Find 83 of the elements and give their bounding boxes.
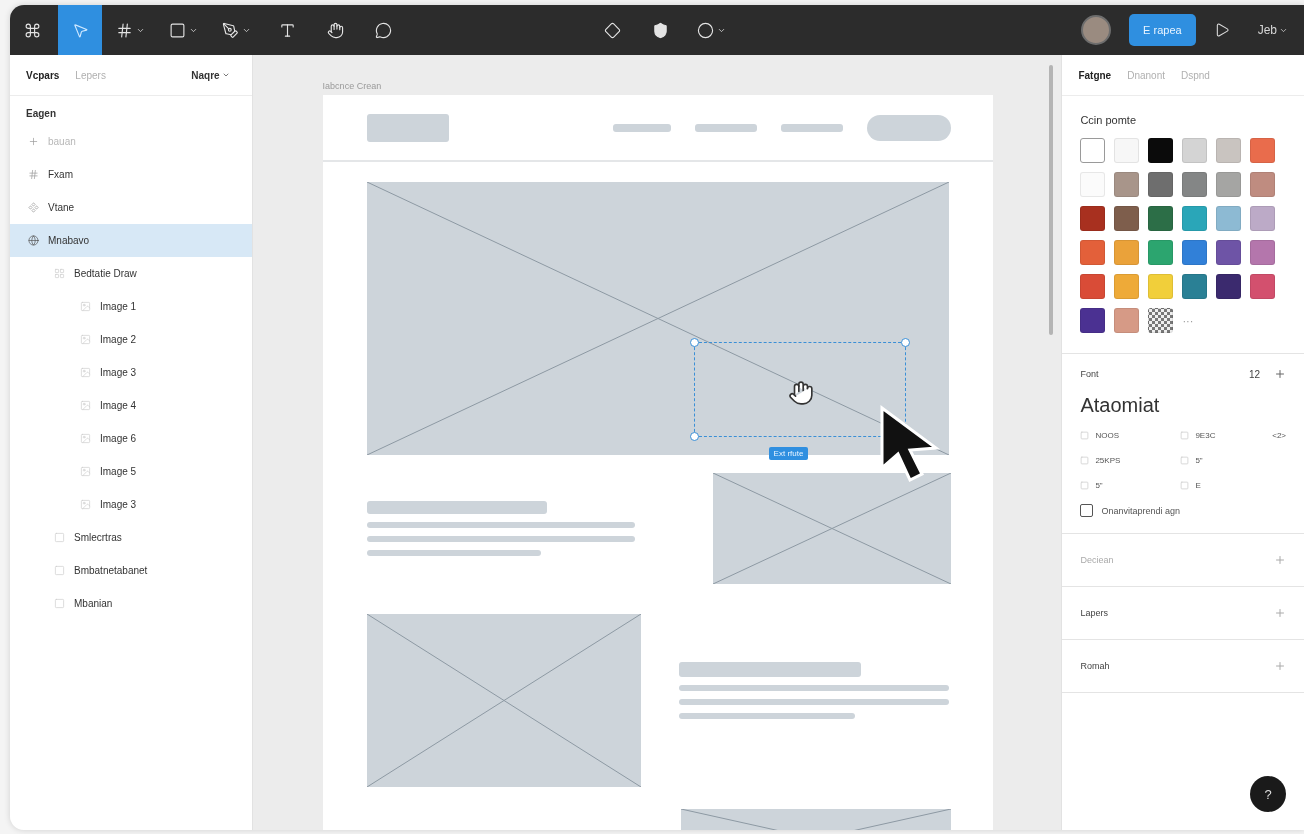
image-icon [80,499,91,510]
square-icon [169,21,186,39]
property-value[interactable]: E [1195,481,1201,490]
hand-icon [326,21,344,39]
image-icon [80,367,91,378]
image-icon [80,400,91,411]
font-name[interactable]: Ataomiat [1080,394,1286,417]
square-icon [54,598,65,609]
comment-icon [374,21,392,39]
font-size[interactable]: 12 [1248,368,1260,380]
frame-icon [116,21,133,39]
image-icon [80,466,91,477]
property-value[interactable]: 5" [1095,481,1103,490]
checkbox-label: Onanvitaprendi agn [1101,505,1180,516]
layer-item[interactable]: Mbanian [10,587,252,620]
image-icon [80,301,91,312]
diamond-icon [604,21,622,39]
property-value[interactable]: NOOS [1095,431,1119,440]
layer-item[interactable]: Image 2 [10,323,252,356]
avatar[interactable] [1081,15,1112,45]
hand-cursor-icon [787,380,814,406]
frame-icon [28,169,39,180]
placeholder-line [694,123,757,132]
section-label: Deciean [1080,555,1114,565]
property-icon [1080,431,1090,440]
property-value[interactable]: 25KPS [1095,456,1121,465]
font-label: Font [1080,369,1099,379]
component-icon [28,202,39,213]
property-value[interactable]: <2> [1272,431,1286,440]
globe-icon [28,235,39,246]
text-icon [278,21,296,39]
section-title: Eagen [25,107,57,121]
square-icon [54,565,65,576]
placeholder-line [612,123,671,132]
logo-icon [23,21,41,39]
help-button[interactable]: ? [1250,776,1286,812]
layer-item[interactable]: Image 3 [10,488,252,521]
circle-icon [696,21,714,39]
property-icon [1080,481,1090,490]
color-swatch[interactable] [1080,138,1106,163]
layer-item[interactable]: Image 6 [10,422,252,455]
scrollbar[interactable] [1049,65,1054,335]
selection-handle[interactable] [689,338,699,347]
section-label: Romah [1080,661,1110,671]
checkbox[interactable] [1080,504,1094,517]
property-value[interactable]: 5" [1195,456,1203,465]
grid-icon [54,268,65,279]
pointer-icon [71,21,89,39]
selection-handle[interactable] [689,432,699,441]
section-label: Lapers [1080,608,1108,618]
placeholder-line [780,123,843,132]
zoom-menu[interactable]: Jeb [1251,22,1294,38]
plus-icon[interactable] [1274,368,1286,380]
layer-item[interactable]: Image 4 [10,389,252,422]
property-icon [1180,481,1190,490]
property-value[interactable]: 9E3C [1195,431,1216,440]
layer-item[interactable]: Smlecrtras [10,521,252,554]
layer-item[interactable]: Mnabavo [10,224,252,257]
layer-item[interactable]: Vtane [10,191,252,224]
selection-label: Ext rfute [768,447,809,460]
property-icon [1180,431,1190,440]
plus-icon [28,136,39,147]
layer-item[interactable]: Bedtatie Draw [10,257,252,290]
palette-title: Ccin pomte [1079,113,1138,128]
panel-tab[interactable]: Vcpars [26,69,60,81]
page-dropdown[interactable]: Naqre [185,68,236,82]
image-icon [80,433,91,444]
pattern-swatch[interactable] [1148,308,1174,333]
layer-item[interactable]: Image 5 [10,455,252,488]
layer-item[interactable]: Image 1 [10,290,252,323]
property-icon [1180,456,1190,465]
square-icon [54,532,65,543]
panel-tab[interactable]: Fatgne [1078,69,1112,81]
property-icon [1080,456,1090,465]
pen-icon [222,21,239,39]
layer-item[interactable]: Image 3 [10,356,252,389]
layer-item[interactable]: Bmbatnetabanet [10,554,252,587]
layer-item[interactable]: Fxam [10,158,252,191]
shield-icon [652,21,670,39]
frame-label: Iabcnce Crean [322,81,383,91]
selection-handle[interactable] [900,338,910,347]
image-icon [80,334,91,345]
caret-icon [221,71,230,79]
